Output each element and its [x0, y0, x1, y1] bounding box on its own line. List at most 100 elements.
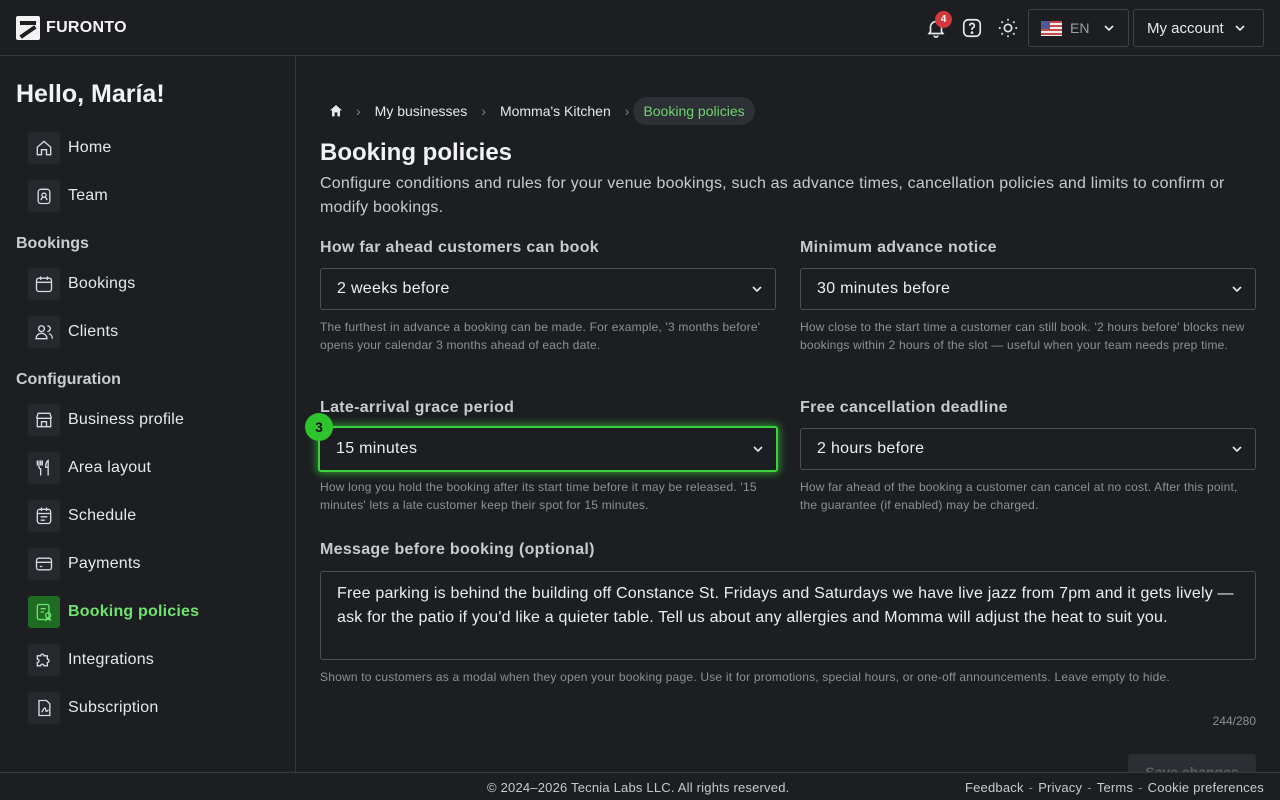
sidebar-item-team[interactable]: Team	[28, 180, 278, 212]
brand-logo[interactable]: FURONTO	[16, 16, 127, 40]
footer: © 2024–2026 Tecnia Labs LLC. All rights …	[0, 772, 1280, 800]
breadcrumb-current: Booking policies	[633, 97, 755, 125]
message-help: Shown to customers as a modal when they …	[320, 670, 1170, 684]
sidebar-item-home[interactable]: Home	[28, 132, 278, 164]
breadcrumb-business[interactable]: Momma's Kitchen	[490, 103, 621, 119]
breadcrumb-home[interactable]	[320, 97, 352, 125]
schedule-icon	[28, 500, 60, 532]
select-value: 2 weeks before	[337, 280, 450, 297]
footer-separator: -	[1138, 780, 1143, 795]
advance-booking-select[interactable]: 2 weeks before	[320, 268, 776, 310]
step-badge: 3	[305, 413, 333, 441]
sidebar-item-payments[interactable]: Payments	[28, 548, 278, 580]
sidebar-item-label: Booking policies	[68, 603, 200, 620]
chevron-right-icon: ›	[356, 103, 361, 119]
footer-separator: -	[1087, 780, 1092, 795]
greeting: Hello, María!	[16, 80, 165, 108]
sidebar-item-area-layout[interactable]: Area layout	[28, 452, 278, 484]
language-select[interactable]: EN	[1028, 9, 1129, 47]
breadcrumb: › My businesses › Momma's Kitchen › Book…	[320, 96, 755, 126]
advance-booking-help: The furthest in advance a booking can be…	[320, 320, 761, 352]
grace-period-label: Late-arrival grace period	[320, 399, 515, 416]
footer-links: Feedback - Privacy - Terms - Cookie pref…	[965, 780, 1264, 795]
copyright: © 2024–2026 Tecnia Labs LLC. All rights …	[487, 780, 790, 795]
main-content: › My businesses › Momma's Kitchen › Book…	[296, 56, 1280, 772]
grace-period-help: How long you hold the booking after its …	[320, 480, 757, 512]
sidebar-item-label: Subscription	[68, 699, 159, 716]
section-heading-bookings: Bookings	[16, 235, 89, 252]
sidebar-item-integrations[interactable]: Integrations	[28, 644, 278, 676]
sidebar: Hello, María! Home Team Bookings Booking…	[0, 56, 296, 772]
message-label: Message before booking (optional)	[320, 541, 595, 558]
chevron-down-icon	[1232, 286, 1242, 293]
puzzle-icon	[28, 644, 60, 676]
account-menu-button[interactable]: My account	[1133, 9, 1264, 47]
chevron-right-icon: ›	[481, 103, 486, 119]
policy-icon	[28, 596, 60, 628]
us-flag-icon	[1041, 20, 1062, 36]
chevron-down-icon	[1104, 25, 1115, 32]
breadcrumb-my-businesses[interactable]: My businesses	[365, 103, 478, 119]
sun-icon	[998, 18, 1018, 38]
sidebar-item-bookings[interactable]: Bookings	[28, 268, 278, 300]
min-notice-label: Minimum advance notice	[800, 239, 997, 256]
badge-icon	[28, 180, 60, 212]
sidebar-item-subscription[interactable]: Subscription	[28, 692, 278, 724]
store-icon	[28, 404, 60, 436]
grace-period-select[interactable]: 15 minutes	[318, 426, 778, 472]
chevron-down-icon	[1235, 25, 1245, 32]
select-value: 2 hours before	[817, 440, 925, 457]
account-label: My account	[1147, 19, 1224, 37]
page-description: Configure conditions and rules for your …	[320, 175, 1225, 216]
chevron-down-icon	[753, 446, 763, 453]
language-label: EN	[1070, 20, 1090, 36]
sidebar-item-label: Home	[68, 139, 112, 156]
sidebar-item-label: Schedule	[68, 507, 137, 524]
utensils-icon	[28, 452, 60, 484]
chevron-down-icon	[752, 286, 762, 293]
footer-link-terms[interactable]: Terms	[1097, 780, 1133, 795]
logo-mark-icon	[16, 16, 40, 40]
cancel-deadline-label: Free cancellation deadline	[800, 399, 1008, 416]
min-notice-select[interactable]: 30 minutes before	[800, 268, 1256, 310]
sidebar-item-label: Clients	[68, 323, 119, 340]
footer-link-feedback[interactable]: Feedback	[965, 780, 1024, 795]
footer-link-privacy[interactable]: Privacy	[1038, 780, 1082, 795]
sidebar-item-label: Business profile	[68, 411, 185, 428]
card-icon	[28, 548, 60, 580]
chevron-right-icon: ›	[624, 103, 630, 119]
home-icon	[330, 105, 342, 117]
brand-name: FURONTO	[46, 19, 127, 36]
sidebar-item-business-profile[interactable]: Business profile	[28, 404, 278, 436]
cancel-deadline-select[interactable]: 2 hours before	[800, 428, 1256, 470]
calendar-icon	[28, 268, 60, 300]
character-counter: 244/280	[1212, 714, 1256, 728]
help-icon	[962, 18, 982, 38]
sidebar-item-label: Integrations	[68, 651, 155, 668]
sidebar-item-schedule[interactable]: Schedule	[28, 500, 278, 532]
save-button[interactable]: Save changes	[1128, 754, 1256, 772]
sidebar-item-label: Bookings	[68, 275, 136, 292]
subscription-icon	[28, 692, 60, 724]
min-notice-help: How close to the start time a customer c…	[800, 320, 1245, 352]
select-value: 30 minutes before	[817, 280, 951, 297]
users-icon	[28, 316, 60, 348]
section-heading-configuration: Configuration	[16, 371, 121, 388]
sidebar-item-label: Payments	[68, 555, 141, 572]
select-value: 15 minutes	[336, 440, 418, 457]
sidebar-item-booking-policies[interactable]: Booking policies	[28, 596, 278, 628]
help-button[interactable]	[960, 16, 984, 40]
sidebar-item-label: Area layout	[68, 459, 152, 476]
notification-count-badge: 4	[935, 11, 952, 28]
advance-booking-label: How far ahead customers can book	[320, 239, 600, 256]
top-bar: FURONTO 4 EN My account	[0, 0, 1280, 56]
sidebar-item-clients[interactable]: Clients	[28, 316, 278, 348]
sidebar-item-label: Team	[68, 187, 108, 204]
footer-separator: -	[1028, 780, 1034, 795]
chevron-down-icon	[1232, 446, 1242, 453]
theme-toggle-button[interactable]	[996, 16, 1020, 40]
cancel-deadline-help: How far ahead of the booking a customer …	[800, 480, 1238, 512]
home-icon	[28, 132, 60, 164]
footer-link-cookies[interactable]: Cookie preferences	[1148, 780, 1264, 795]
message-textarea[interactable]: Free parking is behind the building off …	[320, 571, 1256, 660]
